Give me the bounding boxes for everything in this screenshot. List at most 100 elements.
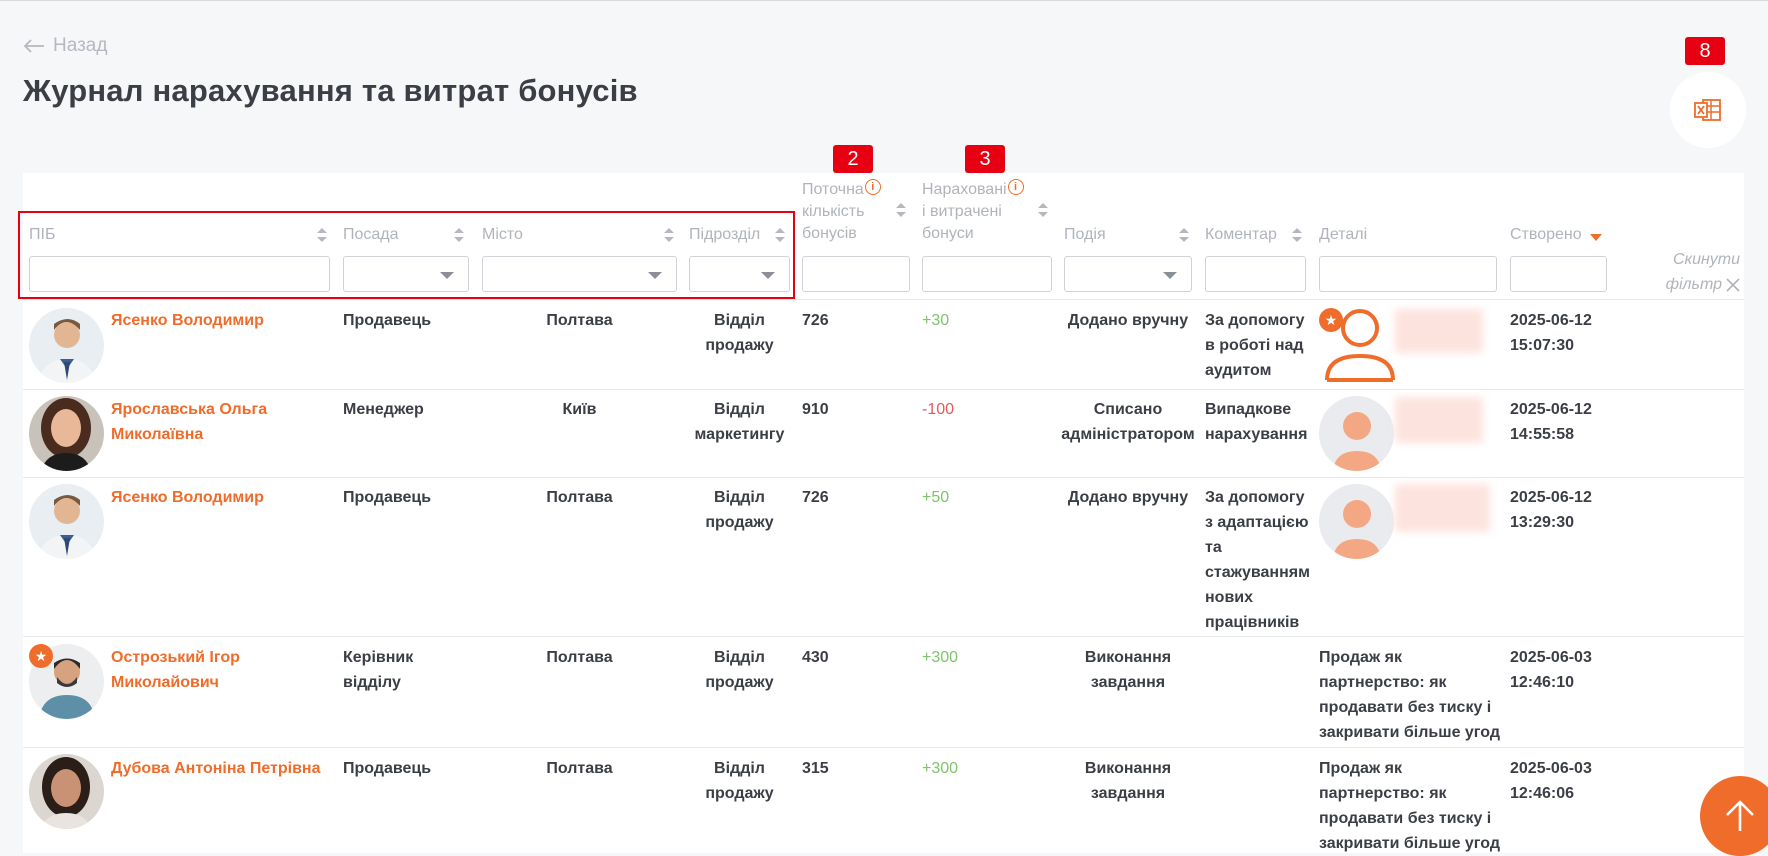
position-line: Керівник [343,649,414,666]
header-line: бонусів [802,225,857,242]
employee-name-link[interactable]: Ясенко Володимир [111,308,264,333]
department-cell: Відділ продажу [689,308,790,358]
department-line: продажу [705,674,774,691]
comment-line: аудитом [1205,362,1272,379]
details-line: продавати без тиску і [1319,699,1492,716]
department-line: Відділ [714,401,765,418]
reset-filter-button[interactable]: Скинути фільтр [1624,247,1740,297]
city-cell: Полтава [546,489,613,506]
position-line: відділу [343,674,401,691]
comment-line: та [1205,539,1222,556]
row-divider [23,477,1744,478]
position-cell: Продавець [343,312,432,329]
created-time: 14:55:58 [1510,426,1575,443]
employee-name-link[interactable]: Ярославська Ольга Миколаївна [111,397,267,447]
current-bonus-cell: 315 [802,760,829,777]
current-bonus-cell: 430 [802,649,829,666]
back-link[interactable]: Назад [23,35,107,57]
star-icon: ★ [29,644,53,668]
created-cell: 2025-06-03 12:46:10 [1510,645,1592,695]
event-cell: Списано адміністратором [1060,397,1196,447]
row-divider [23,636,1744,637]
column-header-accrued-spent[interactable]: Нараховані i і витрачені бонуси [922,179,1024,245]
department-cell: Відділ продажу [689,645,790,695]
header-line: кількість [802,203,865,220]
department-line: продажу [705,514,774,531]
highlight-box [18,211,795,299]
details-cell: Продаж як партнерство: як продавати без ти… [1319,756,1500,856]
accrued-filter-input[interactable] [922,256,1052,292]
page-title: Журнал нарахування та витрат бонусів [23,73,638,108]
column-header-created[interactable]: Створено [1510,224,1582,246]
bonus-delta-cell: +50 [922,489,950,506]
created-date: 2025-06-12 [1510,312,1592,329]
annotation-badge-8: 8 [1685,37,1725,65]
department-cell: Відділ продажу [689,485,790,535]
comment-line: нарахування [1205,426,1308,443]
details-filter-input[interactable] [1319,256,1497,292]
employee-name-link[interactable]: Ясенко Володимир [111,485,264,510]
current-bonus-cell: 726 [802,489,829,506]
current-bonus-cell: 910 [802,401,829,418]
comment-filter-input[interactable] [1205,256,1306,292]
author-avatar [1319,396,1394,471]
event-cell: Додано вручну [1067,312,1189,329]
details-line: партнерство: як [1319,785,1447,802]
close-icon [1726,278,1740,292]
blurred-author-name [1395,309,1483,353]
header-line: Нараховані [922,181,1007,198]
row-divider [23,389,1744,390]
department-line: Відділ [714,760,765,777]
event-filter-select[interactable] [1064,256,1192,292]
department-cell: Відділ продажу [689,756,790,806]
sort-icon[interactable] [1292,228,1302,242]
created-time: 12:46:10 [1510,674,1575,691]
department-line: маркетингу [694,426,785,443]
event-line: адміністратором [1061,426,1195,443]
blurred-author-name [1395,484,1490,532]
annotation-badge-2: 2 [833,145,873,173]
comment-line: працівників [1205,614,1300,631]
created-cell: 2025-06-12 14:55:58 [1510,397,1592,447]
comment-cell: За допомогу з адаптацією та стажуванням нови… [1205,485,1310,635]
created-cell: 2025-06-12 13:29:30 [1510,485,1592,535]
event-cell: Виконання завдання [1064,756,1192,806]
sort-icon[interactable] [1179,228,1189,242]
event-line: завдання [1090,785,1166,802]
event-line: завдання [1090,674,1166,691]
column-header-event[interactable]: Подія [1064,224,1106,246]
column-header-comment[interactable]: Коментар [1205,224,1277,246]
excel-icon [1694,99,1721,121]
header-line: бонуси [922,225,974,242]
column-header-current-bonus[interactable]: Поточна i кількість бонусів [802,179,881,245]
department-line: продажу [705,785,774,802]
row-divider [23,747,1744,748]
department-cell: Відділ маркетингу [689,397,790,447]
sort-icon[interactable] [896,203,906,217]
bonus-delta-cell: +30 [922,312,950,329]
sort-icon[interactable] [1038,203,1048,217]
comment-cell: Випадкове нарахування [1205,397,1307,447]
employee-name-link[interactable]: Острозький Ігор Миколайович [111,645,240,695]
name-line: Миколайович [111,674,219,691]
header-line: і витрачені [922,203,1002,220]
employee-name-link[interactable]: Дубова Антоніна Петрівна [111,756,321,781]
position-cell: Менеджер [343,401,424,418]
position-cell: Продавець [343,760,432,777]
row-divider [23,299,1744,300]
city-cell: Полтава [546,312,613,329]
export-excel-button[interactable] [1670,72,1746,148]
comment-line: За допомогу [1205,489,1305,506]
created-filter-input[interactable] [1510,256,1607,292]
current-bonus-filter-input[interactable] [802,256,910,292]
details-line: партнерство: як [1319,674,1447,691]
info-icon[interactable]: i [1007,179,1024,195]
created-time: 15:07:30 [1510,337,1575,354]
department-line: Відділ [714,489,765,506]
info-icon[interactable]: i [864,179,881,195]
header-line: Поточна [802,181,864,198]
bonus-delta-cell: +300 [922,760,959,777]
event-line: Виконання [1084,649,1172,666]
sort-desc-icon[interactable] [1590,234,1602,241]
back-label: Назад [53,35,108,56]
